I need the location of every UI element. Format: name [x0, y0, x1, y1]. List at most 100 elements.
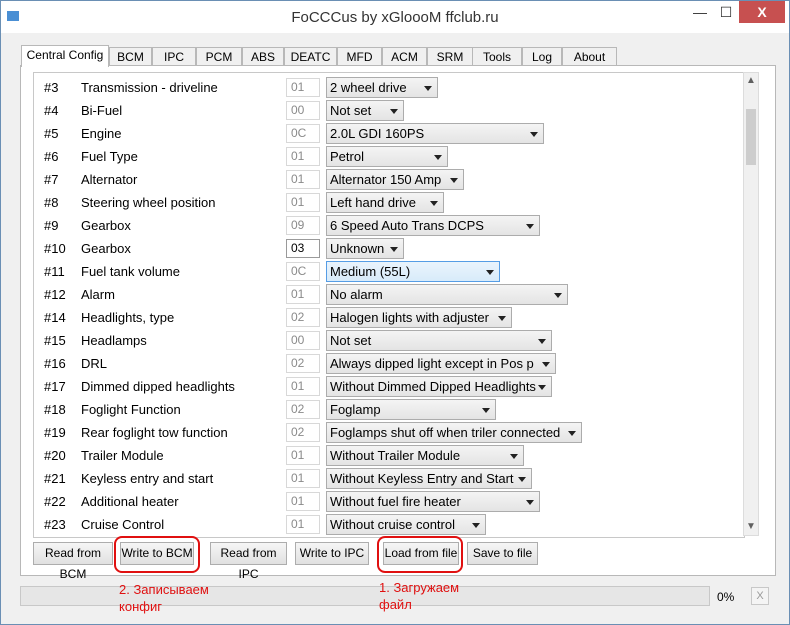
- tab-central-config[interactable]: Central Config: [21, 45, 109, 67]
- row-value-dropdown[interactable]: Without Keyless Entry and Start: [326, 468, 532, 489]
- row-value-dropdown[interactable]: No alarm: [326, 284, 568, 305]
- chevron-down-icon: [434, 155, 442, 160]
- dropdown-value: Without cruise control: [330, 517, 455, 532]
- row-value-dropdown[interactable]: Not set: [326, 330, 552, 351]
- config-row: #17 Dimmed dipped headlights 01 Without Dim…: [34, 375, 734, 398]
- row-value-dropdown[interactable]: Alternator 150 Amp: [326, 169, 464, 190]
- config-row: #21 Keyless entry and start 01 Without Keyl…: [34, 467, 734, 490]
- row-number: #10: [44, 241, 66, 256]
- row-code-field[interactable]: 01: [286, 469, 320, 488]
- row-number: #20: [44, 448, 66, 463]
- row-code-field[interactable]: 02: [286, 308, 320, 327]
- row-code-field[interactable]: 02: [286, 354, 320, 373]
- tab-ipc[interactable]: IPC: [152, 47, 196, 66]
- tab-about[interactable]: About: [562, 47, 617, 66]
- row-number: #17: [44, 379, 66, 394]
- scroll-thumb[interactable]: [746, 109, 756, 165]
- config-list: #3 Transmission - driveline 01 2 wheel driv…: [33, 72, 745, 538]
- row-code-field[interactable]: 01: [286, 285, 320, 304]
- vertical-scrollbar[interactable]: ▲ ▼: [743, 72, 759, 536]
- scroll-up-icon[interactable]: ▲: [744, 73, 758, 89]
- row-value-dropdown[interactable]: Petrol: [326, 146, 448, 167]
- config-row: #22 Additional heater 01 Without fuel fire …: [34, 490, 734, 513]
- row-value-dropdown[interactable]: Medium (55L): [326, 261, 500, 282]
- row-label: Dimmed dipped headlights: [81, 379, 235, 394]
- chevron-down-icon: [486, 270, 494, 275]
- title-bar: FoCCCus by xGloooM ffclub.ru — ☐ X: [1, 1, 789, 33]
- dropdown-value: Petrol: [330, 149, 364, 164]
- row-value-dropdown[interactable]: Unknown: [326, 238, 404, 259]
- close-button[interactable]: X: [739, 1, 785, 23]
- row-number: #16: [44, 356, 66, 371]
- row-number: #3: [44, 80, 59, 95]
- row-value-dropdown[interactable]: Left hand drive: [326, 192, 444, 213]
- row-number: #11: [44, 264, 65, 279]
- write-to-ipc-button[interactable]: Write to IPC: [295, 542, 369, 565]
- row-code-field[interactable]: 01: [286, 193, 320, 212]
- row-code-field[interactable]: 0C: [286, 124, 320, 143]
- config-row: #18 Foglight Function 02 Foglamp: [34, 398, 734, 421]
- row-label: Cruise Control: [81, 517, 165, 532]
- row-value-dropdown[interactable]: Always dipped light except in Pos p: [326, 353, 556, 374]
- chevron-down-icon: [450, 178, 458, 183]
- write-annotation: 2. Записываем конфиг: [119, 581, 209, 615]
- row-code-field[interactable]: 02: [286, 400, 320, 419]
- row-value-dropdown[interactable]: 2 wheel drive: [326, 77, 438, 98]
- row-code-field[interactable]: 01: [286, 78, 320, 97]
- row-code-field[interactable]: 01: [286, 446, 320, 465]
- row-code-field[interactable]: 00: [286, 101, 320, 120]
- row-code-field[interactable]: 02: [286, 423, 320, 442]
- row-label: Alternator: [81, 172, 138, 187]
- tab-abs[interactable]: ABS: [242, 47, 284, 66]
- tab-bcm[interactable]: BCM: [109, 47, 152, 66]
- config-row: #10 Gearbox 03 Unknown: [34, 237, 734, 260]
- row-number: #4: [44, 103, 59, 118]
- row-label: Transmission - driveline: [81, 80, 218, 95]
- dropdown-value: Always dipped light except in Pos p: [330, 356, 534, 371]
- read-from-ipc-button[interactable]: Read from IPC: [210, 542, 287, 581]
- row-code-field[interactable]: 03: [286, 239, 320, 258]
- tab-deatc[interactable]: DEATC: [284, 47, 337, 66]
- row-code-field[interactable]: 01: [286, 515, 320, 534]
- row-code-field[interactable]: 01: [286, 492, 320, 511]
- tab-srm[interactable]: SRM: [427, 47, 473, 66]
- row-value-dropdown[interactable]: Without cruise control: [326, 514, 486, 535]
- row-value-dropdown[interactable]: Foglamp: [326, 399, 496, 420]
- read-from-bcm-button[interactable]: Read from BCM: [33, 542, 113, 581]
- row-code-field[interactable]: 01: [286, 170, 320, 189]
- row-code-field[interactable]: 09: [286, 216, 320, 235]
- row-code-field[interactable]: 01: [286, 377, 320, 396]
- tab-acm[interactable]: ACM: [382, 47, 427, 66]
- maximize-button[interactable]: ☐: [713, 1, 739, 23]
- row-code-field[interactable]: 01: [286, 147, 320, 166]
- load-annotation-line1: 1. Загружаем: [379, 580, 460, 595]
- dropdown-value: Without Dimmed Dipped Headlights: [330, 379, 536, 394]
- row-number: #6: [44, 149, 59, 164]
- tab-mfd[interactable]: MFD: [337, 47, 382, 66]
- config-row: #19 Rear foglight tow function 02 Foglamps …: [34, 421, 734, 444]
- row-value-dropdown[interactable]: Not set: [326, 100, 404, 121]
- tab-pcm[interactable]: PCM: [196, 47, 242, 66]
- row-value-dropdown[interactable]: Halogen lights with adjuster: [326, 307, 512, 328]
- cancel-button[interactable]: X: [751, 587, 769, 605]
- dropdown-value: 2 wheel drive: [330, 80, 407, 95]
- row-value-dropdown[interactable]: Without Dimmed Dipped Headlights: [326, 376, 552, 397]
- progress-percent: 0%: [717, 590, 735, 604]
- save-to-file-button[interactable]: Save to file: [467, 542, 538, 565]
- chevron-down-icon: [530, 132, 538, 137]
- row-code-field[interactable]: 00: [286, 331, 320, 350]
- row-label: Steering wheel position: [81, 195, 216, 210]
- row-code-field[interactable]: 0C: [286, 262, 320, 281]
- tab-tools[interactable]: Tools: [472, 47, 522, 66]
- row-number: #7: [44, 172, 59, 187]
- minimize-button[interactable]: —: [687, 1, 713, 23]
- row-number: #19: [44, 425, 66, 440]
- tab-log[interactable]: Log: [522, 47, 562, 66]
- row-value-dropdown[interactable]: Without fuel fire heater: [326, 491, 540, 512]
- row-value-dropdown[interactable]: Without Trailer Module: [326, 445, 524, 466]
- row-value-dropdown[interactable]: 2.0L GDI 160PS: [326, 123, 544, 144]
- row-value-dropdown[interactable]: Foglamps shut off when triler connected: [326, 422, 582, 443]
- scroll-down-icon[interactable]: ▼: [744, 519, 758, 535]
- row-value-dropdown[interactable]: 6 Speed Auto Trans DCPS: [326, 215, 540, 236]
- row-number: #23: [44, 517, 66, 532]
